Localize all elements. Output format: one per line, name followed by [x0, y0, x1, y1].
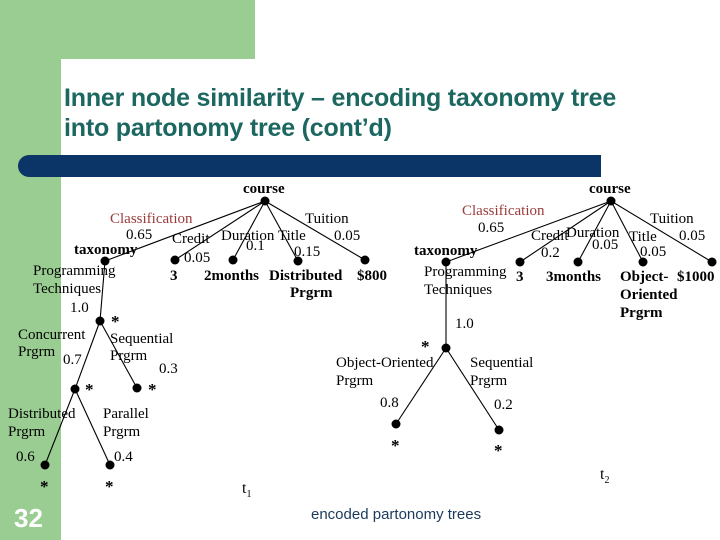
right-weight-progtech: 1.0 [455, 316, 474, 332]
left-leaf-title-line2: Prgrm [290, 285, 333, 301]
right-tree-name: t2 [600, 466, 610, 487]
left-star-node-3: * [148, 380, 157, 399]
right-edge-classification: Classification [462, 203, 545, 219]
left-node-taxonomy: taxonomy [74, 242, 138, 258]
right-weight-title: 0.05 [640, 244, 667, 260]
right-root-label: course [589, 181, 631, 197]
right-star-leaf-1: * [391, 436, 400, 455]
left-tree-name: t1 [242, 480, 252, 501]
left-weight-title: 0.15 [294, 244, 321, 260]
right-weight-credit: 0.2 [541, 245, 560, 261]
left-edge-distributed-line1: Distributed [8, 406, 76, 422]
left-root-label: course [243, 181, 285, 197]
left-edge-parallel-line2: Prgrm [103, 424, 141, 440]
right-weight-duration: 0.05 [592, 237, 619, 253]
left-edge-concurrent-line1: Concurrent [18, 327, 86, 343]
right-edge-sequential-line1: Sequential [470, 355, 534, 371]
right-edge-oo-line1: Object-Oriented [336, 355, 434, 371]
right-edge-progtech-line2: Techniques [424, 282, 493, 298]
left-edge-title: Title [278, 228, 306, 244]
right-edge-tuition: Tuition [650, 211, 694, 227]
left-edge-tuition: Tuition [305, 211, 349, 227]
left-weight-credit: 0.05 [184, 250, 211, 266]
right-weight-sequential: 0.2 [494, 397, 513, 413]
right-edge-sequential-line2: Prgrm [470, 373, 508, 389]
left-edge-concurrent-line2: Prgrm [18, 344, 56, 360]
left-leaf-title-line1: Distributed [269, 268, 343, 284]
left-edge-sequential-line1: Sequential [110, 331, 174, 347]
left-edge-parallel-line1: Parallel [103, 406, 149, 422]
right-edge-progtech-line1: Programming [424, 264, 507, 280]
left-weight-concurrent: 0.7 [63, 352, 82, 368]
left-weight-classification: 0.65 [126, 227, 153, 243]
right-star-leaf-2: * [494, 441, 503, 460]
left-weight-distributed: 0.6 [16, 449, 35, 465]
right-leaf-title-line2: Oriented [620, 287, 678, 303]
left-leaf-credit: 3 [170, 268, 178, 284]
left-edge-sequential-line2: Prgrm [110, 348, 148, 364]
left-star-leaf-1: * [40, 477, 49, 496]
left-leaf-duration: 2months [204, 268, 260, 284]
right-weight-tuition: 0.05 [679, 228, 706, 244]
left-edge-progtech-line1: Programming [33, 263, 116, 279]
left-star-leaf-2: * [105, 477, 114, 496]
left-edge-progtech-line2: Techniques [33, 281, 102, 297]
right-weight-oo: 0.8 [380, 395, 399, 411]
left-weight-sequential: 0.3 [159, 361, 178, 377]
left-edge-distributed-line2: Prgrm [8, 424, 46, 440]
right-edge-oo-line2: Prgrm [336, 373, 374, 389]
slide-canvas: Inner node similarity – encoding taxonom… [0, 0, 720, 540]
right-edge-title: Title [629, 229, 657, 245]
left-leaf-tuition: $800 [357, 268, 387, 284]
diagram-caption: encoded partonomy trees [311, 506, 482, 523]
left-weight-progtech: 1.0 [70, 300, 89, 316]
page-number: 32 [14, 503, 43, 533]
right-leaf-tuition: $1000 [677, 269, 715, 285]
left-weight-tuition: 0.05 [334, 228, 361, 244]
left-star-node-2: * [85, 380, 94, 399]
right-leaf-title-line1: Object- [620, 269, 669, 285]
right-leaf-credit: 3 [516, 269, 524, 285]
left-edge-credit: Credit [172, 231, 210, 247]
right-leaf-duration: 3months [546, 269, 602, 285]
left-weight-duration: 0.1 [246, 238, 265, 254]
right-leaf-title-line3: Prgrm [620, 305, 663, 321]
right-edge-credit: Credit [531, 228, 569, 244]
left-star-node-1: * [111, 312, 120, 331]
right-weight-classification: 0.65 [478, 220, 505, 236]
left-weight-parallel: 0.4 [114, 449, 133, 465]
left-edge-classification: Classification [110, 211, 193, 227]
right-star-node-1: * [421, 337, 430, 356]
right-node-taxonomy: taxonomy [414, 243, 478, 259]
